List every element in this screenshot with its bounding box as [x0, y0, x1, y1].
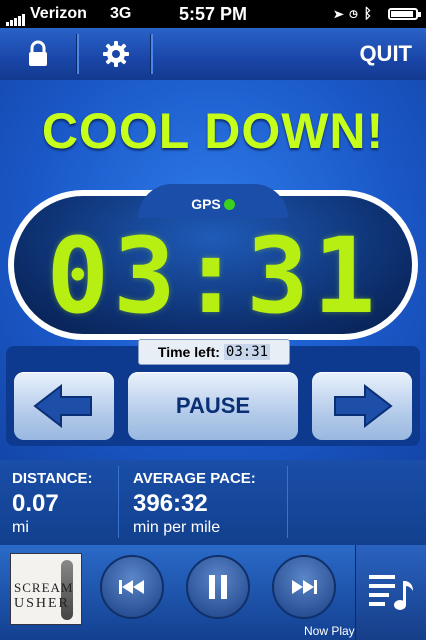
- lock-icon: [29, 40, 47, 66]
- play-pause-button[interactable]: [186, 555, 250, 619]
- previous-interval-button[interactable]: [14, 372, 114, 440]
- distance-label: DISTANCE:: [12, 470, 93, 487]
- stats-divider: [118, 466, 119, 538]
- location-icon: ➤: [334, 5, 350, 21]
- time-left-label: Time left:: [157, 344, 220, 360]
- album-art-artist: USHER: [14, 596, 70, 611]
- battery-icon: [388, 8, 421, 20]
- arrow-right-icon: [334, 384, 393, 428]
- arrow-left-icon: [33, 384, 92, 428]
- now-playing-label: Now Play: [304, 624, 355, 638]
- settings-button[interactable]: [78, 28, 154, 80]
- gps-label: GPS: [191, 196, 221, 212]
- workout-panel: COOL DOWN! GPS 03:31 Time left: 03:31 PAU…: [0, 80, 426, 460]
- playlist-button[interactable]: [355, 545, 426, 640]
- gps-status-dot-icon: [223, 199, 235, 210]
- stats-bar: DISTANCE: 0.07 mi AVERAGE PACE: 396:32 m…: [0, 460, 426, 545]
- album-art[interactable]: SCREAM USHER: [10, 553, 82, 625]
- music-player: SCREAM USHER Now Play: [0, 545, 426, 640]
- gear-icon: [103, 41, 129, 67]
- next-interval-button[interactable]: [312, 372, 412, 440]
- stats-divider: [287, 466, 288, 538]
- lock-button[interactable]: [0, 28, 76, 80]
- time-left-value: 03:31: [223, 344, 271, 360]
- distance-stat: DISTANCE: 0.07 mi: [12, 460, 112, 545]
- average-pace-stat: AVERAGE PACE: 396:32 min per mile: [133, 460, 293, 545]
- top-nav: QUIT: [0, 28, 426, 81]
- workout-clock: 03:31: [46, 215, 380, 337]
- nav-divider: [150, 34, 153, 74]
- time-left-box: Time left: 03:31: [138, 339, 290, 365]
- average-pace-label: AVERAGE PACE:: [133, 470, 256, 487]
- quit-button[interactable]: QUIT: [359, 28, 412, 80]
- album-art-title: SCREAM: [14, 580, 74, 595]
- status-bar: Verizon 3G 5:57 PM ➤◷ᛒ: [0, 0, 426, 28]
- rewind-button[interactable]: [100, 555, 164, 619]
- distance-value: 0.07: [12, 490, 59, 517]
- pause-button[interactable]: PAUSE: [128, 372, 298, 440]
- playlist-icon: [368, 574, 413, 610]
- phase-title: COOL DOWN!: [41, 103, 385, 159]
- average-pace-unit: min per mile: [133, 519, 221, 536]
- rewind-icon: [119, 580, 144, 594]
- gps-indicator: GPS: [0, 196, 426, 212]
- status-icons: ➤◷ᛒ: [335, 5, 378, 21]
- average-pace-value: 396:32: [133, 490, 208, 517]
- fast-forward-button[interactable]: [272, 555, 336, 619]
- fast-forward-icon: [292, 580, 317, 594]
- distance-unit: mi: [12, 519, 29, 536]
- bluetooth-icon: ᛒ: [363, 5, 378, 21]
- alarm-icon: ◷: [349, 5, 364, 21]
- pause-icon: [209, 575, 227, 599]
